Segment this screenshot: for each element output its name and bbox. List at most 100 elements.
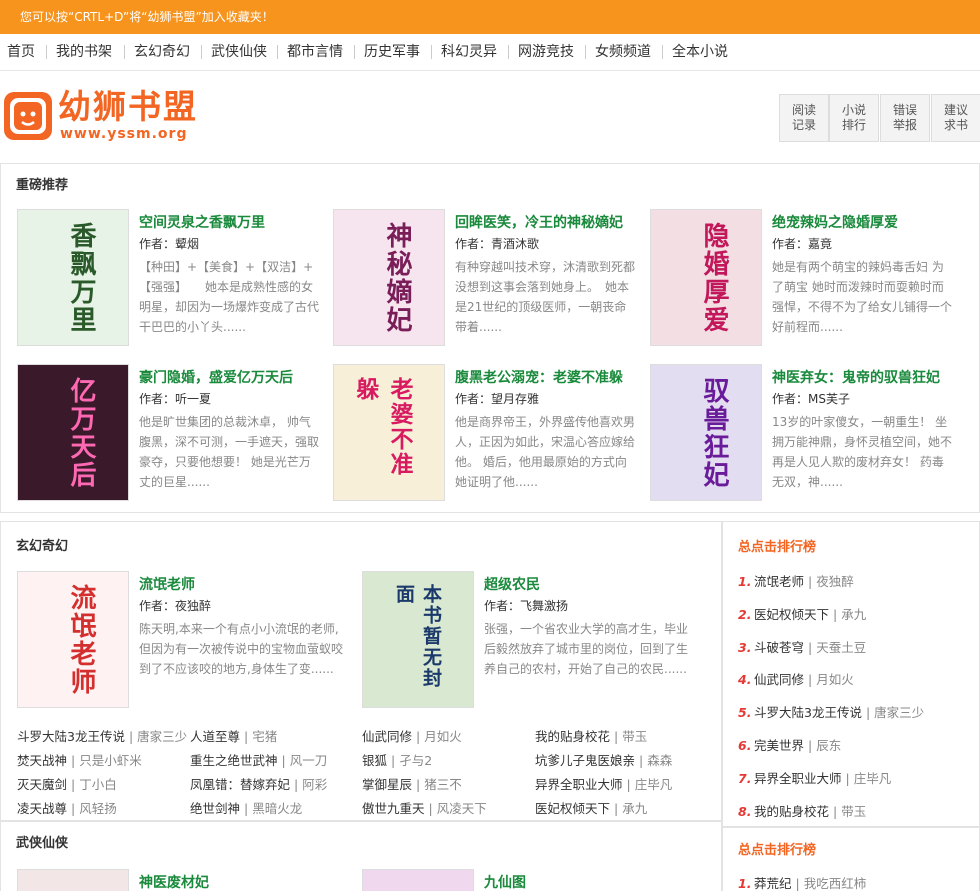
lion-logo-icon[interactable] <box>4 92 52 140</box>
list-book-title[interactable]: 掌御星辰 <box>362 777 412 792</box>
nav-item-6[interactable]: 科幻灵异 <box>441 34 497 70</box>
nav-item-3[interactable]: 武侠仙侠 <box>211 34 267 70</box>
suggest-book-button[interactable]: 建议 求书 <box>931 94 980 142</box>
rank-book-author[interactable]: 庄毕凡 <box>854 771 892 786</box>
rank-book-author[interactable]: 天蚕土豆 <box>816 640 866 655</box>
book-list-item[interactable]: 我的贴身校花 | 带玉 <box>535 726 647 745</box>
book-list-item[interactable]: 斗罗大陆3龙王传说 | 唐家三少 <box>17 726 187 745</box>
book-list-item[interactable]: 人道至尊 | 宅猪 <box>190 726 277 745</box>
book-title-link[interactable]: 超级农民 <box>484 574 540 594</box>
rank-book-title[interactable]: 流氓老师 <box>754 574 804 589</box>
rank-book-title[interactable]: 仙武同修 <box>754 672 804 687</box>
list-book-title[interactable]: 焚天战神 <box>17 753 67 768</box>
novel-ranking-button[interactable]: 小说 排行 <box>829 94 879 142</box>
book-list-item[interactable]: 傲世九重天 | 风凌天下 <box>362 798 487 817</box>
nav-item-2[interactable]: 玄幻奇幻 <box>134 34 190 70</box>
nav-item-4[interactable]: 都市言情 <box>287 34 343 70</box>
rank-book-author[interactable]: 带玉 <box>841 804 866 819</box>
rank-book-title[interactable]: 斗破苍穹 <box>754 640 804 655</box>
list-book-author[interactable]: 风一刀 <box>290 753 328 768</box>
list-book-author[interactable]: 森森 <box>647 753 672 768</box>
rank-item[interactable]: 8. 我的贴身校花 | 带玉 <box>738 801 866 820</box>
list-book-author[interactable]: 只是小虾米 <box>79 753 142 768</box>
book-title-link[interactable]: 豪门隐婚，盛爱亿万天后 <box>139 367 293 387</box>
book-list-item[interactable]: 掌御星辰 | 猪三不 <box>362 774 462 793</box>
book-list-item[interactable]: 绝世剑神 | 黑暗火龙 <box>190 798 302 817</box>
rank-book-title[interactable]: 医妃权倾天下 <box>754 607 829 622</box>
book-cover-image[interactable]: 流氓老师 <box>17 571 129 708</box>
list-book-title[interactable]: 凌天战尊 <box>17 801 67 816</box>
rank-item[interactable]: 1. 莽荒纪 | 我吃西红柿 <box>738 873 866 891</box>
rank-book-author[interactable]: 辰东 <box>816 738 841 753</box>
rank-book-title[interactable]: 我的贴身校花 <box>754 804 829 819</box>
book-title-link[interactable]: 神医弃女：鬼帝的驭兽狂妃 <box>772 367 940 387</box>
book-title-link[interactable]: 神医废材妃 <box>139 872 209 891</box>
rank-book-author[interactable]: 月如火 <box>816 672 854 687</box>
book-list-item[interactable]: 坑爹儿子鬼医娘亲 | 森森 <box>535 750 672 769</box>
book-cover-image[interactable]: 驭兽狂妃 <box>650 364 762 501</box>
book-list-item[interactable]: 仙武同修 | 月如火 <box>362 726 462 745</box>
rank-item[interactable]: 7. 异界全职业大师 | 庄毕凡 <box>738 768 891 787</box>
list-book-author[interactable]: 孑与2 <box>399 753 432 768</box>
nav-item-1[interactable]: 我的书架 <box>56 34 112 70</box>
rank-book-title[interactable]: 完美世界 <box>754 738 804 753</box>
rank-book-author[interactable]: 夜独醉 <box>816 574 854 589</box>
rank-book-author[interactable]: 我吃西红柿 <box>804 876 867 891</box>
list-book-title[interactable]: 医妃权倾天下 <box>535 801 610 816</box>
list-book-author[interactable]: 丁小白 <box>79 777 117 792</box>
book-title-link[interactable]: 九仙图 <box>484 872 526 891</box>
rank-item[interactable]: 3. 斗破苍穹 | 天蚕土豆 <box>738 637 866 656</box>
book-title-link[interactable]: 回眸医笑，冷王的神秘嫡妃 <box>455 212 623 232</box>
book-list-item[interactable]: 灭天魔剑 | 丁小白 <box>17 774 117 793</box>
book-cover-image[interactable] <box>17 869 129 891</box>
book-list-item[interactable]: 焚天战神 | 只是小虾米 <box>17 750 142 769</box>
list-book-title[interactable]: 仙武同修 <box>362 729 412 744</box>
list-book-title[interactable]: 斗罗大陆3龙王传说 <box>17 729 125 744</box>
book-list-item[interactable]: 重生之绝世武神 | 风一刀 <box>190 750 327 769</box>
book-title-link[interactable]: 腹黑老公溺宠：老婆不准躲 <box>455 367 623 387</box>
book-title-link[interactable]: 流氓老师 <box>139 574 195 594</box>
nav-item-0[interactable]: 首页 <box>7 34 35 70</box>
list-book-author[interactable]: 唐家三少 <box>137 729 187 744</box>
list-book-title[interactable]: 异界全职业大师 <box>535 777 623 792</box>
list-book-title[interactable]: 绝世剑神 <box>190 801 240 816</box>
list-book-title[interactable]: 银狐 <box>362 753 387 768</box>
rank-item[interactable]: 5. 斗罗大陆3龙王传说 | 唐家三少 <box>738 702 924 721</box>
list-book-title[interactable]: 灭天魔剑 <box>17 777 67 792</box>
rank-item[interactable]: 1. 流氓老师 | 夜独醉 <box>738 571 854 590</box>
list-book-author[interactable]: 承九 <box>622 801 647 816</box>
rank-book-title[interactable]: 异界全职业大师 <box>754 771 842 786</box>
list-book-author[interactable]: 阿彩 <box>302 777 327 792</box>
nav-item-5[interactable]: 历史军事 <box>364 34 420 70</box>
book-cover-image[interactable] <box>362 869 474 891</box>
site-logo-title[interactable]: 幼狮书盟 <box>58 89 198 125</box>
book-cover-image[interactable]: 老婆不准躲 <box>333 364 445 501</box>
error-report-button[interactable]: 错误 举报 <box>880 94 930 142</box>
rank-book-author[interactable]: 承九 <box>841 607 866 622</box>
book-cover-image[interactable]: 隐婚厚爱 <box>650 209 762 346</box>
book-list-item[interactable]: 凤凰错：替嫁弃妃 | 阿彩 <box>190 774 327 793</box>
list-book-title[interactable]: 坑爹儿子鬼医娘亲 <box>535 753 635 768</box>
list-book-title[interactable]: 凤凰错：替嫁弃妃 <box>190 777 290 792</box>
list-book-title[interactable]: 重生之绝世武神 <box>190 753 278 768</box>
rank-item[interactable]: 4. 仙武同修 | 月如火 <box>738 669 854 688</box>
rank-book-title[interactable]: 斗罗大陆3龙王传说 <box>754 705 862 720</box>
rank-item[interactable]: 2. 医妃权倾天下 | 承九 <box>738 604 866 623</box>
list-book-author[interactable]: 黑暗火龙 <box>252 801 302 816</box>
reading-history-button[interactable]: 阅读 记录 <box>779 94 829 142</box>
book-cover-image[interactable]: 亿万天后 <box>17 364 129 501</box>
rank-item[interactable]: 6. 完美世界 | 辰东 <box>738 735 841 754</box>
nav-item-7[interactable]: 网游竞技 <box>518 34 574 70</box>
list-book-title[interactable]: 傲世九重天 <box>362 801 425 816</box>
list-book-author[interactable]: 带玉 <box>622 729 647 744</box>
list-book-title[interactable]: 人道至尊 <box>190 729 240 744</box>
book-title-link[interactable]: 空间灵泉之香飘万里 <box>139 212 265 232</box>
list-book-author[interactable]: 庄毕凡 <box>635 777 673 792</box>
nav-item-9[interactable]: 全本小说 <box>672 34 728 70</box>
book-list-item[interactable]: 医妃权倾天下 | 承九 <box>535 798 647 817</box>
book-title-link[interactable]: 绝宠辣妈之隐婚厚爱 <box>772 212 898 232</box>
book-list-item[interactable]: 凌天战尊 | 风轻扬 <box>17 798 117 817</box>
rank-book-author[interactable]: 唐家三少 <box>874 705 924 720</box>
book-cover-image[interactable]: 香飘万里 <box>17 209 129 346</box>
nav-item-8[interactable]: 女频频道 <box>595 34 651 70</box>
